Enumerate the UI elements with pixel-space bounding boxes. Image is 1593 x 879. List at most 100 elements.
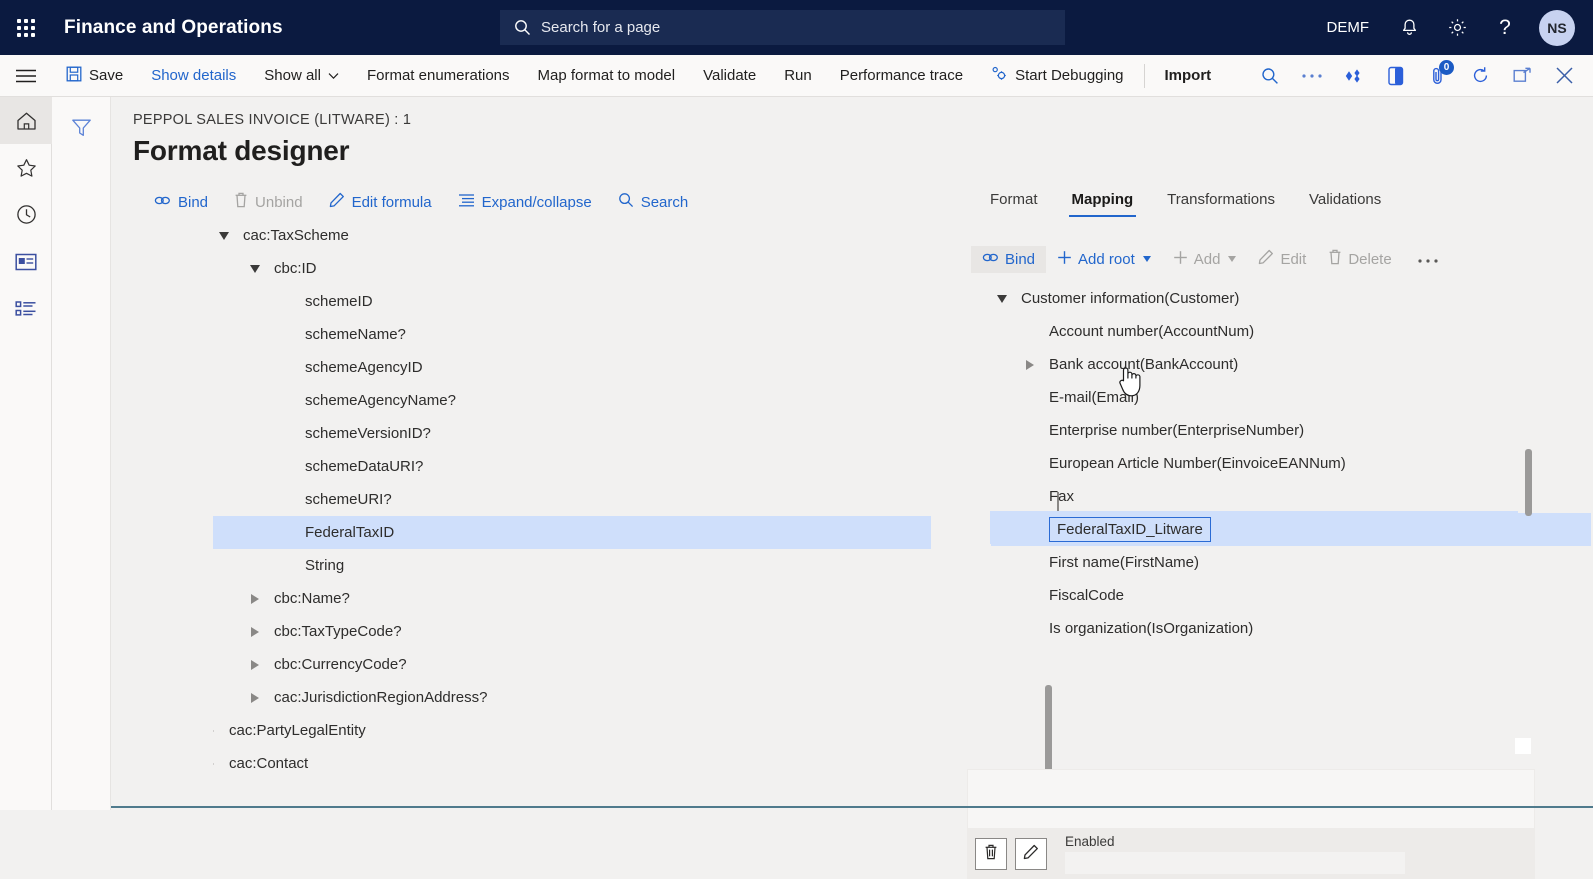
show-details-button[interactable]: Show details bbox=[137, 55, 250, 97]
mapping-row-label: Account number(AccountNum) bbox=[1049, 323, 1254, 340]
chevron-right-icon[interactable] bbox=[244, 627, 266, 637]
footer-delete-button[interactable] bbox=[975, 838, 1007, 870]
tree-row[interactable]: schemeDataURI? bbox=[213, 450, 1033, 483]
chevron-down-icon[interactable] bbox=[244, 265, 266, 273]
rail-item-modules[interactable] bbox=[0, 285, 52, 332]
mapping-tree[interactable]: Customer information(Customer) Account n… bbox=[991, 282, 1591, 647]
tree-row[interactable]: schemeAgencyID bbox=[213, 351, 1033, 384]
tree-row-selected[interactable]: FederalTaxID bbox=[213, 516, 931, 549]
mapping-row[interactable]: E-mail(Email) bbox=[991, 381, 1591, 414]
bind-button[interactable]: Bind bbox=[141, 189, 221, 216]
chevron-right-icon[interactable] bbox=[213, 759, 221, 769]
gear-icon[interactable] bbox=[1433, 0, 1481, 55]
tree-row[interactable]: cbc:CurrencyCode? bbox=[213, 648, 1033, 681]
start-debugging-button[interactable]: Start Debugging bbox=[977, 55, 1137, 97]
tree-row-label: cac:JurisdictionRegionAddress? bbox=[274, 689, 487, 706]
mapping-row[interactable]: Account number(AccountNum) bbox=[991, 315, 1591, 348]
edit-formula-button[interactable]: Edit formula bbox=[316, 187, 445, 217]
office-app-icon[interactable] bbox=[1375, 55, 1417, 97]
tree-row[interactable]: schemeName? bbox=[213, 318, 1033, 351]
tree-row-label: cbc:TaxTypeCode? bbox=[274, 623, 402, 640]
chevron-down-icon[interactable] bbox=[1143, 256, 1151, 262]
formula-preview-field[interactable] bbox=[967, 769, 1535, 829]
bell-icon[interactable] bbox=[1385, 0, 1433, 55]
add-root-button[interactable]: Add root bbox=[1046, 245, 1162, 274]
tree-row[interactable]: cac:PartyLegalEntity bbox=[213, 714, 1033, 747]
hamburger-menu-icon[interactable] bbox=[0, 55, 52, 97]
chevron-right-icon[interactable] bbox=[213, 726, 221, 736]
mapping-tree-scrollbar[interactable] bbox=[1525, 449, 1532, 516]
bottom-divider bbox=[111, 806, 1593, 808]
mapping-overflow-button[interactable] bbox=[1403, 246, 1450, 273]
mapping-row[interactable]: Is organization(IsOrganization) bbox=[991, 612, 1591, 645]
mapping-row[interactable]: European Article Number(EinvoiceEANNum) bbox=[991, 447, 1591, 480]
mapping-row[interactable]: FiscalCode bbox=[991, 579, 1591, 612]
tree-row[interactable]: String bbox=[213, 549, 1033, 582]
share-icon[interactable] bbox=[1333, 55, 1375, 97]
avatar[interactable]: NS bbox=[1539, 10, 1575, 46]
question-mark-icon[interactable]: ? bbox=[1481, 0, 1529, 55]
page-title: Format designer bbox=[133, 135, 349, 167]
tree-row[interactable]: cac:TaxScheme bbox=[213, 219, 1033, 252]
footer-edit-button[interactable] bbox=[1015, 838, 1047, 870]
tab-transformations[interactable]: Transformations bbox=[1150, 185, 1292, 217]
chevron-right-icon[interactable] bbox=[244, 594, 266, 604]
tree-row[interactable]: cbc:Name? bbox=[213, 582, 1033, 615]
chevron-right-icon[interactable] bbox=[1019, 360, 1041, 370]
tree-row[interactable]: cac:Contact bbox=[213, 747, 1033, 780]
tree-row[interactable]: schemeID bbox=[213, 285, 1033, 318]
overflow-ellipsis-icon[interactable] bbox=[1291, 55, 1333, 97]
refresh-icon[interactable] bbox=[1459, 55, 1501, 97]
attachments-icon[interactable]: 0 bbox=[1417, 55, 1459, 97]
close-icon[interactable] bbox=[1543, 55, 1585, 97]
rail-item-recent[interactable] bbox=[0, 191, 52, 238]
enabled-input[interactable] bbox=[1065, 852, 1405, 874]
mapping-row[interactable]: Bank account(BankAccount) bbox=[991, 348, 1591, 381]
tree-row[interactable]: schemeVersionID? bbox=[213, 417, 1033, 450]
mapping-row[interactable]: Enterprise number(EnterpriseNumber) bbox=[991, 414, 1591, 447]
rail-item-workspaces[interactable] bbox=[0, 238, 52, 285]
tab-format[interactable]: Format bbox=[973, 185, 1055, 217]
mapping-row-selected[interactable]: FederalTaxID_Litware bbox=[991, 513, 1591, 546]
filter-funnel-icon[interactable] bbox=[52, 97, 111, 147]
tree-row[interactable]: cbc:ID bbox=[213, 252, 1033, 285]
tree-row[interactable]: schemeAgencyName? bbox=[213, 384, 1033, 417]
tab-validations[interactable]: Validations bbox=[1292, 185, 1398, 217]
format-enumerations-button[interactable]: Format enumerations bbox=[353, 55, 524, 97]
search-tree-button[interactable]: Search bbox=[605, 187, 702, 217]
search-tree-label: Search bbox=[641, 194, 689, 211]
rail-item-favorites[interactable] bbox=[0, 144, 52, 191]
chevron-down-icon[interactable] bbox=[991, 295, 1013, 303]
mapping-row[interactable]: Customer information(Customer) bbox=[991, 282, 1591, 315]
performance-trace-button[interactable]: Performance trace bbox=[826, 55, 977, 97]
save-button[interactable]: Save bbox=[52, 55, 137, 97]
chevron-right-icon[interactable] bbox=[244, 660, 266, 670]
validate-button[interactable]: Validate bbox=[689, 55, 770, 97]
app-launcher-icon[interactable] bbox=[0, 0, 52, 55]
mapping-row[interactable]: Fax bbox=[991, 480, 1591, 513]
tree-row[interactable]: cbc:TaxTypeCode? bbox=[213, 615, 1033, 648]
search-input[interactable]: Search for a page bbox=[500, 10, 1065, 45]
performance-trace-label: Performance trace bbox=[840, 67, 963, 84]
bind-label: Bind bbox=[178, 194, 208, 211]
tree-row[interactable]: schemeURI? bbox=[213, 483, 1033, 516]
tab-mapping[interactable]: Mapping bbox=[1055, 185, 1151, 217]
rail-item-home[interactable] bbox=[0, 97, 52, 144]
expand-collapse-button[interactable]: Expand/collapse bbox=[445, 188, 605, 216]
mapping-bind-button[interactable]: Bind bbox=[971, 246, 1046, 273]
run-button[interactable]: Run bbox=[770, 55, 826, 97]
toolbar-divider bbox=[1144, 64, 1145, 88]
pencil-icon bbox=[1258, 249, 1274, 269]
show-all-button[interactable]: Show all bbox=[250, 55, 353, 97]
mapping-row[interactable]: First name(FirstName) bbox=[991, 546, 1591, 579]
chevron-right-icon[interactable] bbox=[244, 693, 266, 703]
map-format-to-model-button[interactable]: Map format to model bbox=[524, 55, 690, 97]
popout-icon[interactable] bbox=[1501, 55, 1543, 97]
chevron-down-icon[interactable] bbox=[213, 232, 235, 240]
company-selector[interactable]: DEMF bbox=[1311, 0, 1386, 55]
search-icon[interactable] bbox=[1249, 55, 1291, 97]
format-tree[interactable]: cac:TaxScheme cbc:ID schemeID schemeName… bbox=[213, 219, 1033, 799]
import-button[interactable]: Import bbox=[1151, 55, 1226, 97]
tree-row[interactable]: cac:JurisdictionRegionAddress? bbox=[213, 681, 1033, 714]
tab-transformations-label: Transformations bbox=[1167, 191, 1275, 208]
